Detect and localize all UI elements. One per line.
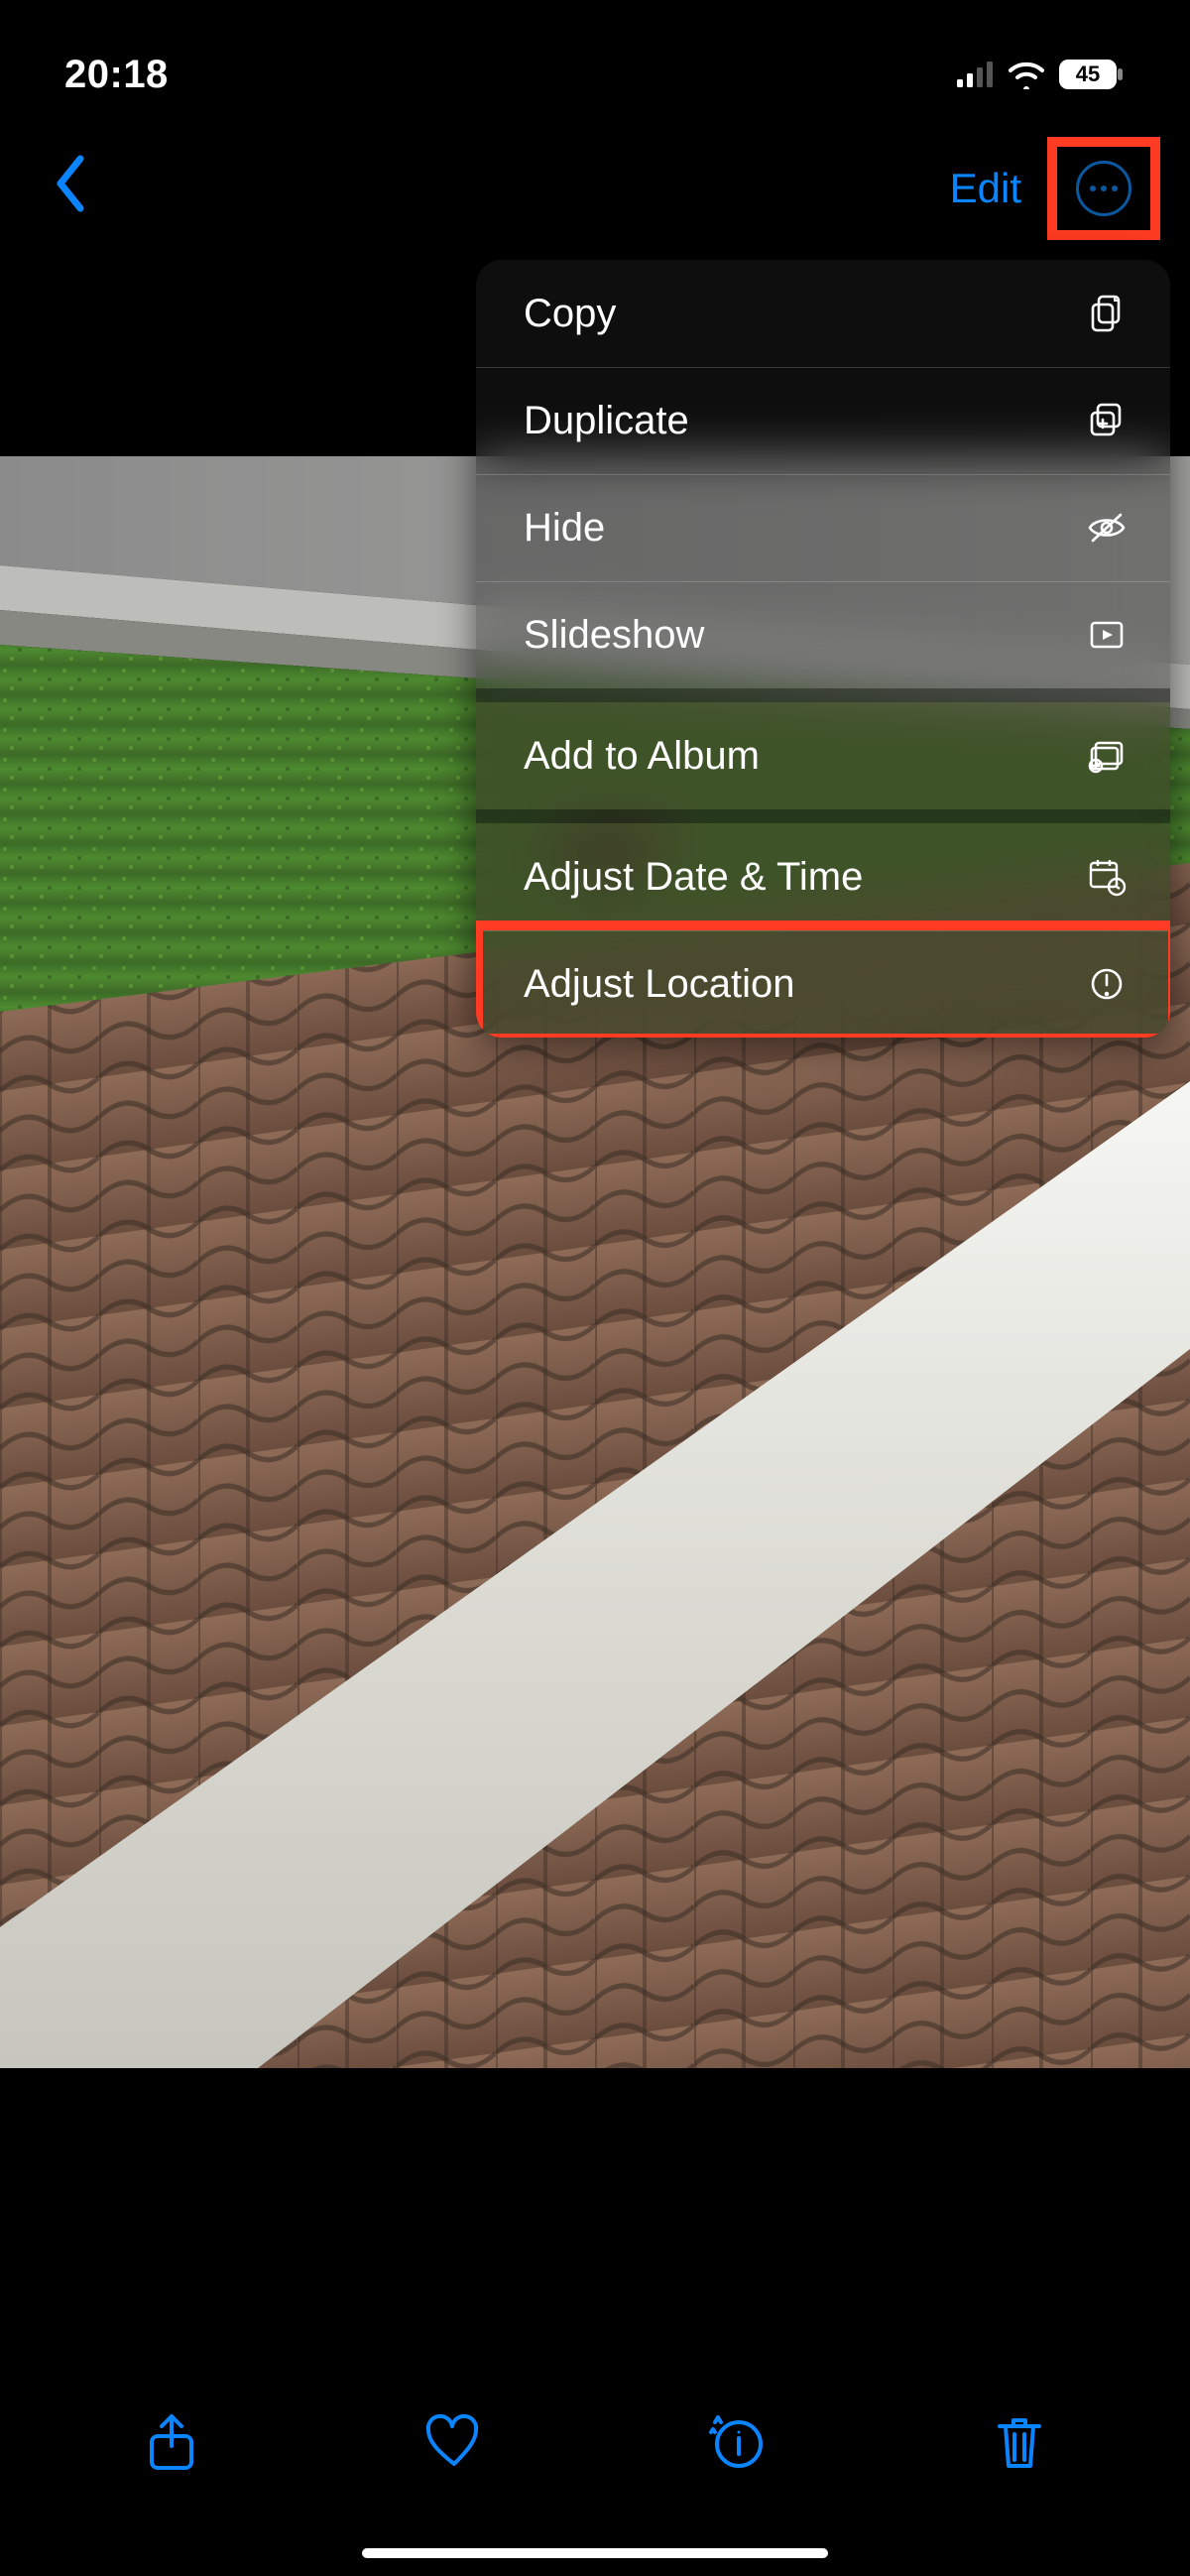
menu-item-copy[interactable]: Copy [476, 260, 1170, 367]
copy-icon [1083, 290, 1130, 337]
add-to-album-icon [1083, 732, 1130, 780]
menu-item-label: Adjust Location [524, 962, 795, 1007]
hide-icon [1083, 504, 1130, 552]
back-button[interactable] [35, 145, 104, 232]
cellular-signal-icon [957, 61, 995, 87]
menu-item-label: Copy [524, 292, 616, 336]
menu-item-label: Duplicate [524, 399, 689, 443]
menu-item-label: Add to Album [524, 734, 760, 779]
menu-item-label: Adjust Date & Time [524, 855, 863, 900]
share-button[interactable] [127, 2397, 216, 2487]
home-indicator[interactable] [362, 2548, 828, 2558]
status-bar: 20:18 45 [0, 45, 1190, 104]
menu-item-adjust-location[interactable]: Adjust Location [476, 930, 1170, 1038]
menu-item-duplicate[interactable]: Duplicate [476, 367, 1170, 474]
delete-button[interactable] [975, 2397, 1064, 2487]
favorite-button[interactable] [410, 2397, 499, 2487]
nav-bar: Edit [0, 134, 1190, 243]
status-time: 20:18 [64, 53, 169, 97]
annotation-highlight-more [1047, 137, 1160, 240]
menu-item-label: Slideshow [524, 613, 704, 658]
slideshow-icon [1083, 611, 1130, 659]
more-options-menu: Copy Duplicate Hide [476, 260, 1170, 1038]
menu-item-add-to-album[interactable]: Add to Album [476, 702, 1170, 809]
status-indicators: 45 [957, 59, 1126, 90]
duplicate-icon [1083, 397, 1130, 444]
menu-item-adjust-date-time[interactable]: Adjust Date & Time [476, 823, 1170, 930]
location-icon [1083, 960, 1130, 1008]
bottom-toolbar [0, 2328, 1190, 2576]
menu-item-label: Hide [524, 506, 605, 551]
menu-item-hide[interactable]: Hide [476, 474, 1170, 581]
edit-button[interactable]: Edit [950, 165, 1021, 212]
more-options-button[interactable] [1076, 161, 1131, 216]
menu-item-slideshow[interactable]: Slideshow [476, 581, 1170, 688]
battery-percent-text: 45 [1076, 61, 1100, 86]
battery-icon: 45 [1058, 59, 1126, 90]
calendar-clock-icon [1083, 853, 1130, 901]
wifi-icon [1007, 60, 1046, 89]
info-button[interactable] [692, 2397, 781, 2487]
